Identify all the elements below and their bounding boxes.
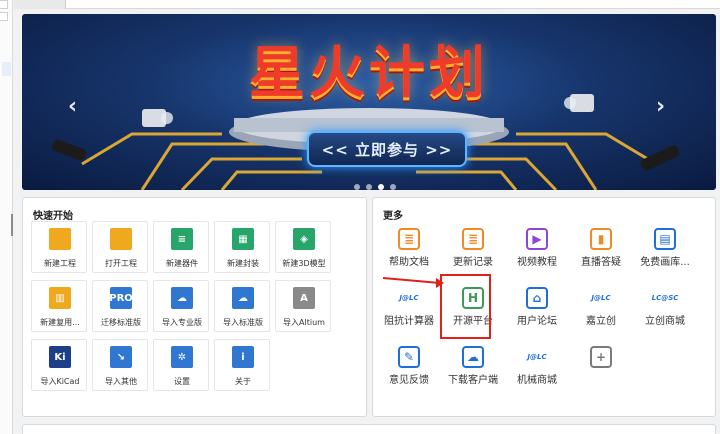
app-root: 星火计划 << 立即参与 >> ‹ › 快速开始 新建工程 打开工程 ≡ 新建器件 ▦ 新… xyxy=(0,0,720,434)
annotation-highlight-box xyxy=(440,274,491,339)
annotation-arrow-line xyxy=(382,277,441,284)
annotation-overlay xyxy=(382,277,444,288)
